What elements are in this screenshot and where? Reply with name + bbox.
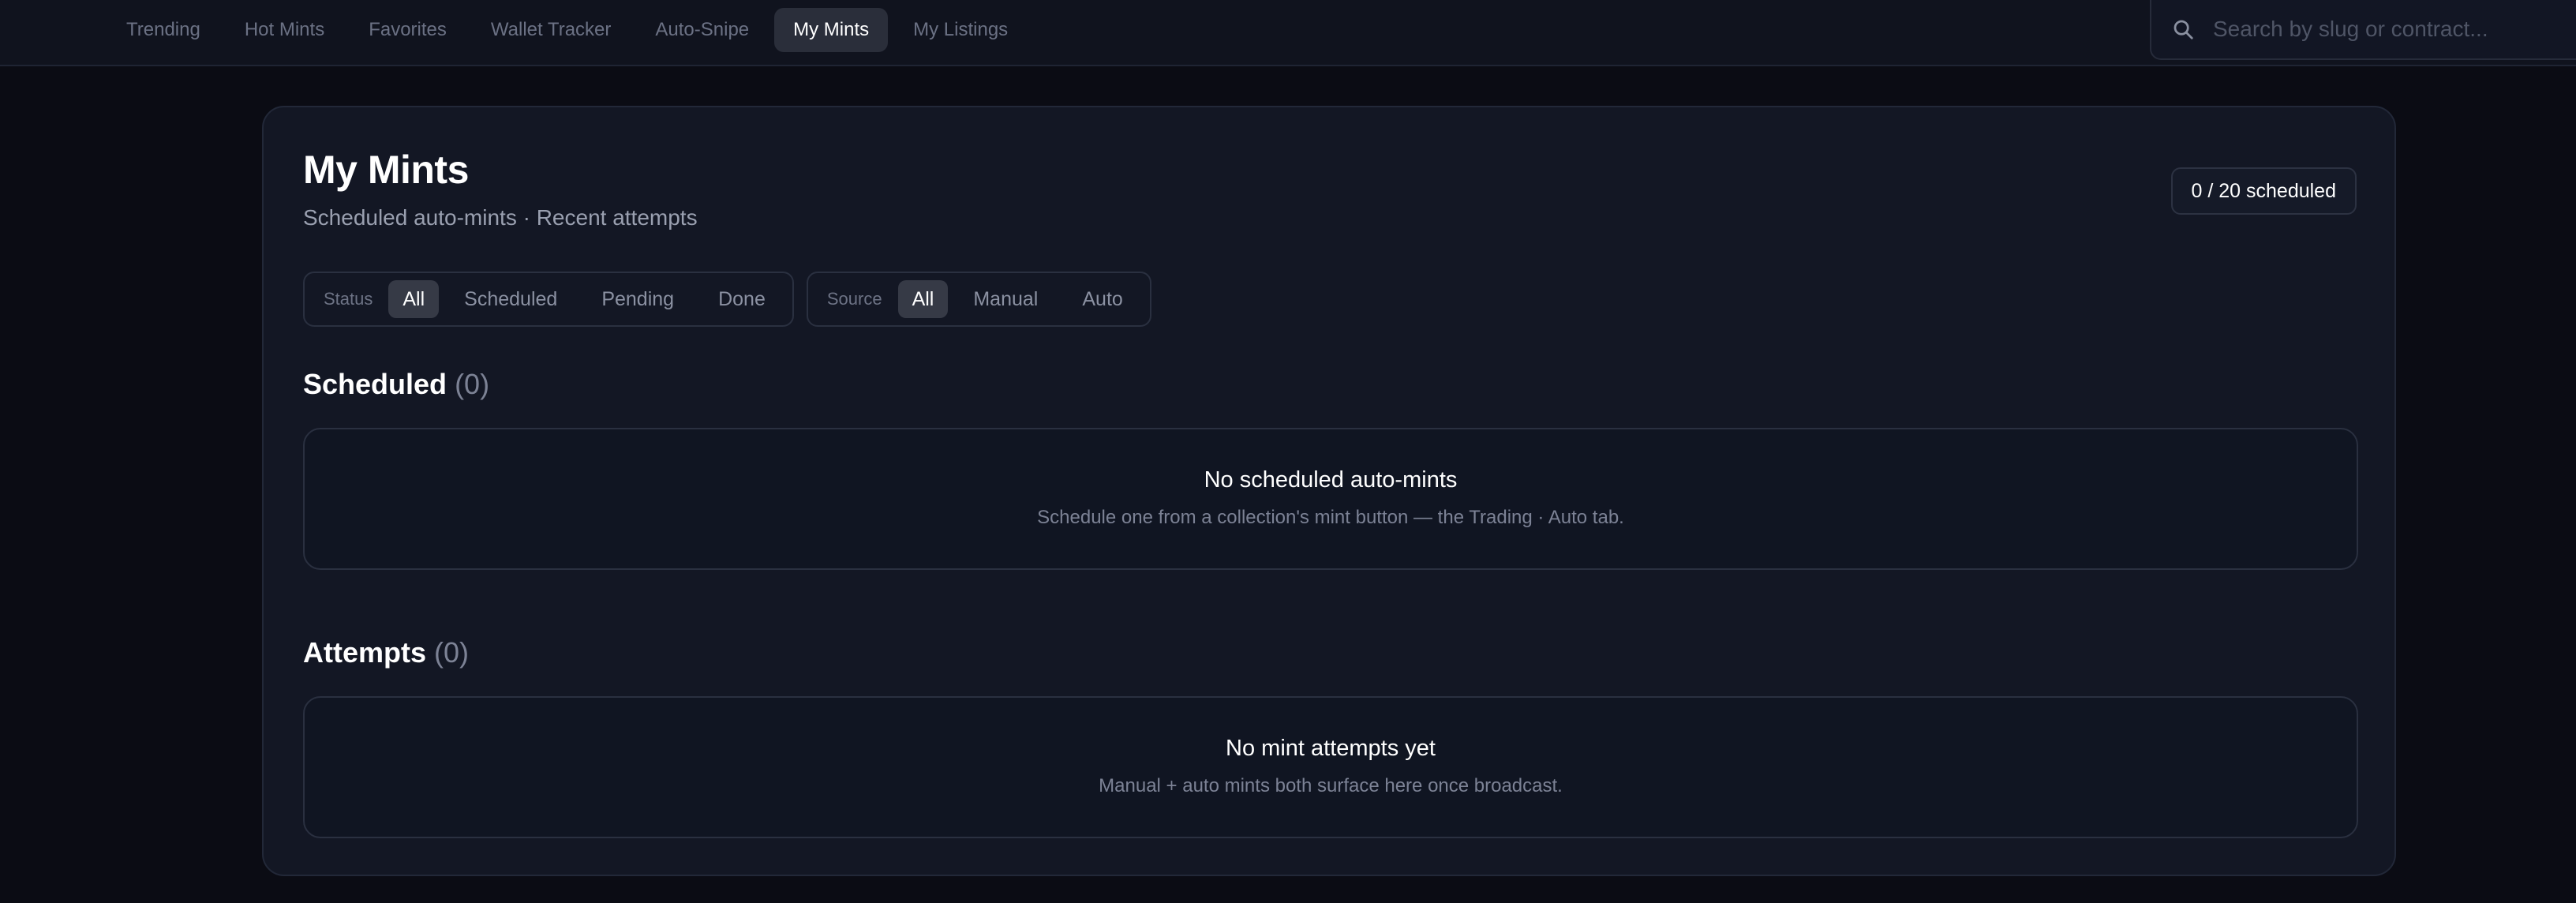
source-filter-manual[interactable]: Manual	[954, 280, 1057, 318]
tab-auto-snipe[interactable]: Auto-Snipe	[636, 8, 768, 52]
scheduled-empty-state: No scheduled auto-mints Schedule one fro…	[303, 428, 2358, 570]
tab-favorites[interactable]: Favorites	[350, 8, 466, 52]
page-title: My Mints	[303, 148, 469, 192]
tab-hot-mints[interactable]: Hot Mints	[226, 8, 343, 52]
tab-my-mints[interactable]: My Mints	[774, 8, 889, 52]
source-filter-auto[interactable]: Auto	[1063, 280, 1141, 318]
status-filter: Status All Scheduled Pending Done	[303, 272, 794, 327]
search-box	[2150, 0, 2576, 60]
source-filter: Source All Manual Auto	[806, 272, 1151, 327]
status-filter-label: Status	[324, 289, 373, 309]
scheduled-section-heading: Scheduled (0)	[303, 368, 489, 401]
status-filter-all[interactable]: All	[388, 280, 440, 318]
attempts-count: (0)	[434, 636, 470, 669]
attempts-section-heading: Attempts (0)	[303, 636, 469, 669]
search-icon	[2169, 15, 2197, 43]
tab-trending[interactable]: Trending	[107, 8, 219, 52]
scheduled-count: (0)	[455, 368, 490, 400]
attempts-empty-state: No mint attempts yet Manual + auto mints…	[303, 696, 2358, 838]
top-navigation-bar: Trending Hot Mints Favorites Wallet Trac…	[0, 0, 2576, 66]
source-filter-label: Source	[826, 289, 882, 309]
attempts-empty-subtitle: Manual + auto mints both surface here on…	[1099, 775, 1563, 796]
main-nav: Trending Hot Mints Favorites Wallet Trac…	[107, 8, 1027, 52]
status-filter-done[interactable]: Done	[699, 280, 784, 318]
search-input[interactable]	[2211, 6, 2576, 53]
attempts-heading-label: Attempts	[303, 636, 427, 669]
attempts-empty-title: No mint attempts yet	[1226, 736, 1436, 761]
scheduled-empty-title: No scheduled auto-mints	[1204, 467, 1458, 493]
page-subtitle: Scheduled auto-mints · Recent attempts	[303, 205, 698, 230]
source-filter-all[interactable]: All	[897, 280, 949, 318]
scheduled-count-badge: 0 / 20 scheduled	[2170, 167, 2357, 215]
scheduled-heading-label: Scheduled	[303, 368, 447, 400]
status-filter-scheduled[interactable]: Scheduled	[445, 280, 576, 318]
scheduled-empty-subtitle: Schedule one from a collection's mint bu…	[1037, 507, 1624, 528]
tab-wallet-tracker[interactable]: Wallet Tracker	[472, 8, 630, 52]
filter-bar: Status All Scheduled Pending Done Source…	[303, 272, 1151, 327]
status-filter-pending[interactable]: Pending	[582, 280, 693, 318]
tab-my-listings[interactable]: My Listings	[894, 8, 1027, 52]
my-mints-panel: My Mints Scheduled auto-mints · Recent a…	[262, 106, 2396, 876]
